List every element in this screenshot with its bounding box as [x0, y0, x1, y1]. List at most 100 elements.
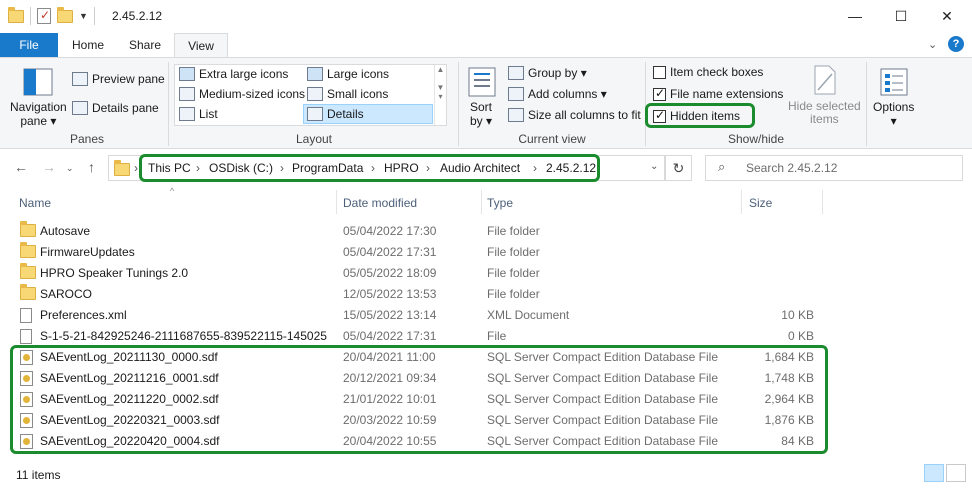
column-header-size[interactable]: Size: [749, 196, 772, 210]
options-icon: [880, 68, 908, 96]
column-divider[interactable]: [741, 190, 742, 214]
close-button[interactable]: ✕: [924, 0, 970, 32]
layout-group-label: Layout: [295, 132, 333, 146]
large-icons-icon: [307, 67, 323, 81]
large-icons-view-toggle-icon[interactable]: [946, 464, 966, 482]
hidden-items-highlight: [645, 103, 755, 128]
extra-large-icons-icon: [179, 67, 195, 81]
file-name-extensions-toggle[interactable]: File name extensions: [653, 86, 783, 101]
options-label: Options: [873, 100, 915, 114]
maximize-button[interactable]: ☐: [878, 0, 924, 32]
add-columns-icon: [508, 87, 524, 101]
breadcrumb-chevron-icon: ›: [134, 161, 138, 175]
group-by-button[interactable]: Group by ▾: [508, 66, 587, 80]
hide-selected-items-icon: [814, 65, 836, 95]
properties-icon[interactable]: [37, 8, 51, 24]
search-input[interactable]: Search 2.45.2.12: [746, 161, 837, 175]
tab-share[interactable]: Share: [118, 33, 172, 57]
file-row[interactable]: FirmwareUpdates 05/04/2022 17:31 File fold…: [0, 242, 972, 263]
file-type: File folder: [487, 224, 540, 238]
column-header-name[interactable]: Name: [19, 196, 51, 210]
file-name: HPRO Speaker Tunings 2.0: [40, 266, 189, 280]
column-divider[interactable]: [336, 190, 337, 214]
layout-extra-large-icons[interactable]: Extra large icons: [179, 67, 288, 81]
item-check-boxes-label: Item check boxes: [670, 65, 764, 79]
layout-medium-icons[interactable]: Medium-sized icons: [179, 87, 305, 101]
file-name: Preferences.xml: [40, 308, 127, 322]
preview-pane-button[interactable]: Preview pane: [72, 72, 165, 86]
item-check-boxes-toggle[interactable]: Item check boxes: [653, 65, 763, 79]
hide-selected-label-2: items: [810, 112, 839, 126]
column-header-type[interactable]: Type: [487, 196, 513, 210]
preview-pane-icon: [72, 72, 88, 86]
details-view-toggle-icon[interactable]: [924, 464, 944, 482]
layout-option-label: Details: [327, 107, 364, 121]
ribbon-divider: [458, 62, 459, 146]
back-arrow-icon[interactable]: ←: [14, 159, 28, 175]
new-folder-icon[interactable]: [57, 6, 73, 23]
hide-selected-items-button[interactable]: Hide selected items: [788, 100, 861, 126]
address-dropdown-icon[interactable]: ⌄: [650, 161, 658, 172]
item-count: 11 items: [16, 468, 61, 482]
file-size: 0 KB: [787, 329, 814, 343]
details-pane-label: Details pane: [92, 101, 159, 115]
file-row[interactable]: HPRO Speaker Tunings 2.0 05/05/2022 18:09…: [0, 263, 972, 284]
file-name: SAROCO: [40, 287, 93, 301]
layout-list[interactable]: List: [179, 107, 218, 121]
file-row[interactable]: Preferences.xml 15/05/2022 13:14 XML Docum…: [0, 305, 972, 326]
small-icons-icon: [307, 87, 323, 101]
file-row[interactable]: S-1-5-21-842925246-2111687655-839522115-…: [0, 326, 972, 347]
options-button[interactable]: Options ▾: [873, 100, 914, 128]
expand-ribbon-icon[interactable]: ⌄: [928, 38, 937, 51]
column-divider[interactable]: [822, 190, 823, 214]
file-name-extensions-checkbox[interactable]: [653, 86, 666, 101]
add-columns-button[interactable]: Add columns ▾: [508, 87, 607, 101]
column-header-date[interactable]: Date modified: [343, 196, 417, 210]
sort-by-icon: [468, 67, 496, 97]
navigation-pane-icon: [23, 68, 53, 96]
layout-details[interactable]: Details: [307, 107, 364, 121]
file-type: File folder: [487, 245, 540, 259]
help-icon[interactable]: ?: [948, 36, 964, 52]
file-date-modified: 05/04/2022 17:30: [343, 224, 437, 238]
column-headers: Name Date modified Type Size: [0, 190, 972, 214]
details-pane-button[interactable]: Details pane: [72, 101, 159, 115]
minimize-button[interactable]: —: [832, 0, 878, 32]
file-type: XML Document: [487, 308, 570, 322]
up-arrow-icon[interactable]: ↑: [88, 159, 95, 175]
quick-access-toolbar: ▼: [8, 6, 95, 25]
search-box[interactable]: ⌕ Search 2.45.2.12: [705, 155, 963, 181]
navigation-pane-button[interactable]: Navigation pane ▾: [10, 100, 67, 128]
options-caret: ▾: [890, 114, 897, 128]
size-all-columns-button[interactable]: Size all columns to fit: [508, 108, 641, 122]
recent-locations-icon[interactable]: ⌄: [66, 163, 74, 174]
file-type: File: [487, 329, 507, 343]
customize-toolbar-icon[interactable]: ▼: [79, 11, 88, 21]
forward-arrow-icon[interactable]: →: [42, 159, 56, 175]
refresh-icon[interactable]: ↻: [665, 155, 692, 181]
file-row[interactable]: SAROCO 12/05/2022 13:53 File folder: [0, 284, 972, 305]
tab-view[interactable]: View: [174, 33, 228, 58]
layout-scroll[interactable]: ▲ ▼ ▾: [434, 65, 446, 125]
medium-icons-icon: [179, 87, 195, 101]
layout-option-label: Large icons: [327, 67, 390, 81]
ribbon-divider: [168, 62, 169, 146]
file-row[interactable]: Autosave 05/04/2022 17:30 File folder: [0, 221, 972, 242]
add-columns-label: Add columns ▾: [528, 87, 607, 101]
toolbar-divider: [93, 7, 95, 25]
file-name: Autosave: [40, 224, 91, 238]
navigation-pane-label: Navigation: [10, 100, 67, 114]
group-by-icon: [508, 66, 524, 80]
layout-large-icons[interactable]: Large icons: [307, 67, 389, 81]
layout-option-label: Extra large icons: [199, 67, 289, 81]
layout-option-label: List: [199, 107, 218, 121]
sort-by-label: Sort: [470, 100, 493, 114]
tab-file[interactable]: File: [0, 33, 58, 57]
sort-by-button[interactable]: Sort by ▾: [470, 100, 492, 128]
file-date-modified: 12/05/2022 13:53: [343, 287, 437, 301]
layout-small-icons[interactable]: Small icons: [307, 87, 388, 101]
folder-icon: [20, 221, 36, 237]
column-divider[interactable]: [481, 190, 482, 214]
item-check-boxes-checkbox[interactable]: [653, 65, 666, 79]
tab-home[interactable]: Home: [62, 33, 114, 57]
